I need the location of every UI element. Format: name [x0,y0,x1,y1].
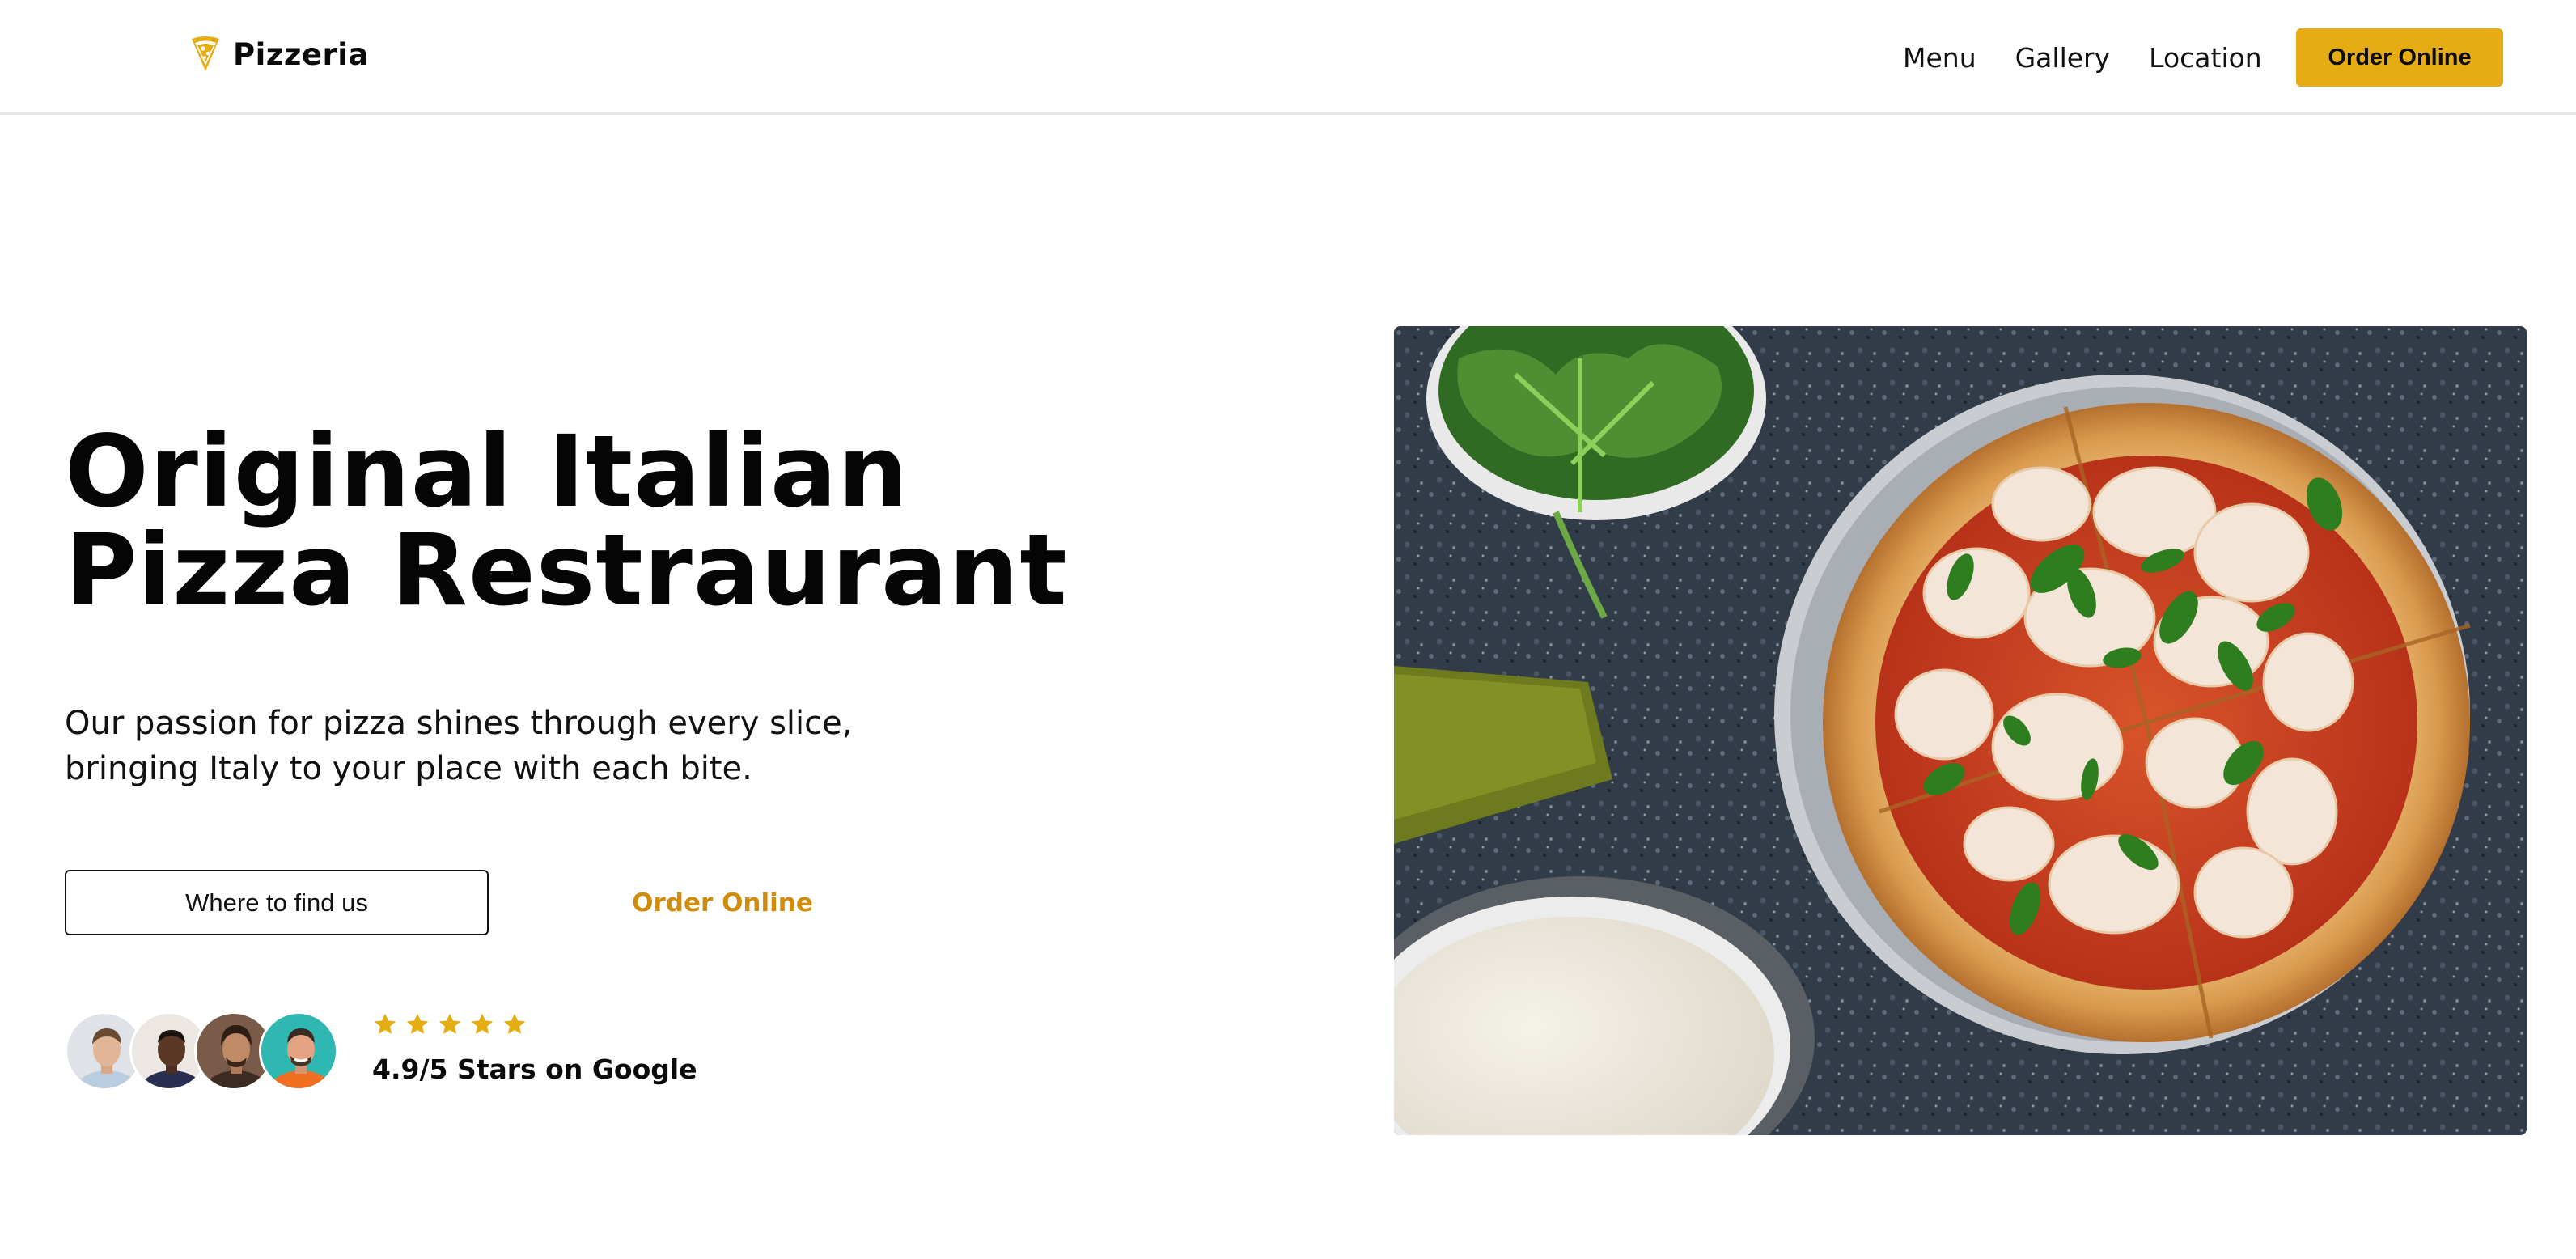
main-nav: Menu Gallery Location [1903,32,2301,84]
star-icon [502,1011,527,1042]
rating-text: 4.9/5 Stars on Google [372,1053,697,1085]
star-icon [372,1011,398,1042]
brand-name: Pizzeria [233,36,369,72]
hero-description-line-2: bringing Italy to your place with each b… [65,750,752,787]
nav-order-online-button[interactable]: Order Online [2296,28,2503,87]
hero-order-online-link[interactable]: Order Online [623,870,822,935]
google-rating: 4.9/5 Stars on Google [372,1011,697,1085]
nav-link-location[interactable]: Location [2149,32,2262,84]
hero-title-line-2: Pizza Restraurant [65,513,1068,628]
hero-title-line-1: Original Italian [65,414,909,529]
hero-description: Our passion for pizza shines through eve… [65,701,914,791]
star-icon [405,1011,430,1042]
avatar [259,1011,338,1091]
pizza-slice-icon [189,36,222,73]
where-to-find-us-button[interactable]: Where to find us [65,870,489,935]
nav-link-gallery[interactable]: Gallery [2015,32,2111,84]
hero-title: Original Italian Pizza Restraurant [65,422,1068,620]
brand-logo-link[interactable]: Pizzeria [189,36,369,73]
hero-description-line-1: Our passion for pizza shines through eve… [65,705,853,742]
customer-avatars [65,1011,340,1091]
star-icon [437,1011,463,1042]
top-navbar: Pizzeria Menu Gallery Location Order Onl… [0,0,2576,115]
star-icon [469,1011,495,1042]
nav-link-menu[interactable]: Menu [1903,32,1976,84]
star-rating [372,1011,697,1042]
pizza-photo [1394,326,2527,1135]
